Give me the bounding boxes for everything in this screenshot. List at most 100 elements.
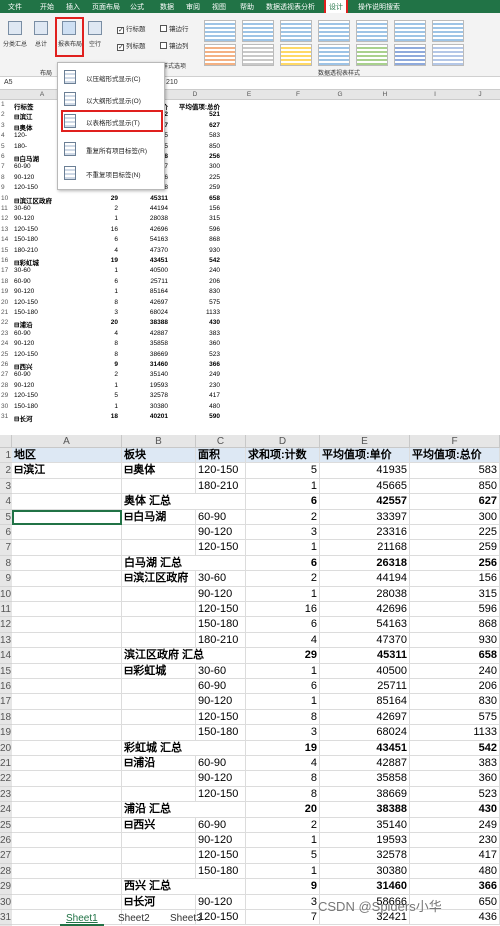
pivot-cell[interactable]: 90-120 — [196, 525, 246, 541]
subtotal-cell[interactable]: 20 — [246, 802, 320, 818]
pivot-cell[interactable]: ⊟西兴 — [122, 817, 196, 833]
pivot-style-swatch[interactable] — [204, 44, 236, 66]
pivot-cell[interactable]: 150-180 — [196, 863, 246, 880]
subtotal-cell[interactable]: 西兴 汇总 — [122, 879, 246, 895]
blank-rows-button[interactable]: 空行 — [84, 39, 106, 48]
pivot-header-cell[interactable]: 求和项:计数 — [246, 448, 320, 464]
row-number[interactable]: 16 — [0, 679, 12, 695]
top-grid-row-number[interactable]: 25 — [1, 351, 13, 358]
top-grid-cell[interactable]: 315 — [168, 215, 220, 222]
pivot-cell[interactable]: 3 — [246, 725, 320, 741]
top-grid-cell[interactable]: 42887 — [118, 330, 168, 337]
name-box[interactable]: A5 — [4, 79, 13, 86]
pivot-cell[interactable] — [122, 725, 196, 741]
pivot-cell[interactable]: 1 — [246, 478, 320, 495]
row-number[interactable]: 24 — [0, 802, 12, 818]
row-number[interactable]: 9 — [0, 571, 12, 587]
sheet-tab-sheet1[interactable]: Sheet1 — [60, 912, 104, 926]
select-all-corner[interactable] — [0, 435, 12, 448]
ribbon-tab[interactable]: 设计 — [324, 0, 348, 15]
top-grid-row-number[interactable]: 11 — [1, 205, 13, 212]
top-grid-cell[interactable]: 150-180 — [14, 403, 70, 410]
top-grid-row-number[interactable]: 19 — [1, 288, 13, 295]
top-grid-cell[interactable]: 42696 — [118, 226, 168, 233]
pivot-cell[interactable]: 230 — [410, 833, 500, 849]
top-grid-cell[interactable]: 38669 — [118, 351, 168, 358]
top-grid-cell[interactable]: 68024 — [118, 309, 168, 316]
row-number[interactable]: 7 — [0, 540, 12, 556]
pivot-cell[interactable]: ⊟奥体 — [122, 463, 196, 479]
pivot-cell[interactable]: 4 — [246, 756, 320, 772]
row-number[interactable]: 3 — [0, 478, 12, 495]
pivot-cell[interactable] — [122, 771, 196, 787]
pivot-cell[interactable]: 42696 — [320, 602, 410, 618]
ribbon-tab[interactable]: 操作说明搜索 — [358, 2, 400, 12]
pivot-cell[interactable]: ⊟彩虹城 — [122, 663, 196, 679]
top-grid-cell[interactable]: 1 — [70, 403, 118, 410]
top-grid-cell[interactable]: 480 — [168, 403, 220, 410]
pivot-cell[interactable]: 19593 — [320, 833, 410, 849]
pivot-cell[interactable]: 90-120 — [196, 894, 246, 910]
row-number[interactable]: 1 — [0, 448, 12, 464]
pivot-cell[interactable]: 259 — [410, 540, 500, 556]
pivot-cell[interactable]: ⊟滨江区政府 — [122, 571, 196, 587]
top-grid-cell[interactable]: 4 — [70, 247, 118, 254]
pivot-cell[interactable]: 90-120 — [196, 586, 246, 602]
pivot-cell[interactable] — [12, 833, 122, 849]
pivot-cell[interactable]: 3 — [246, 894, 320, 910]
pivot-cell[interactable] — [122, 863, 196, 880]
pivot-cell[interactable]: 41935 — [320, 463, 410, 479]
pivot-cell[interactable]: 930 — [410, 632, 500, 649]
subtotal-cell[interactable]: 彩虹城 汇总 — [122, 740, 246, 756]
pivot-cell[interactable]: 60-90 — [196, 817, 246, 833]
pivot-cell[interactable] — [12, 894, 122, 910]
top-grid-cell[interactable]: 120-150 — [14, 226, 70, 233]
column-header[interactable]: E — [320, 435, 410, 448]
pivot-cell[interactable]: 5 — [246, 463, 320, 479]
top-grid-row-number[interactable]: 26 — [1, 361, 13, 368]
top-grid-row-number[interactable]: 10 — [1, 195, 13, 202]
top-grid-cell[interactable]: 8 — [70, 299, 118, 306]
pivot-cell[interactable]: 6 — [246, 617, 320, 633]
column-header[interactable]: B — [122, 435, 196, 448]
ribbon-tab[interactable]: 帮助 — [240, 2, 254, 12]
pivot-cell[interactable] — [12, 756, 122, 772]
top-grid-cell[interactable]: 4 — [70, 330, 118, 337]
top-grid-cell[interactable]: 256 — [168, 153, 220, 160]
pivot-cell[interactable]: 850 — [410, 478, 500, 495]
top-grid-cell[interactable]: 90-120 — [14, 288, 70, 295]
pivot-cell[interactable]: 575 — [410, 709, 500, 726]
top-grid-cell[interactable]: 249 — [168, 371, 220, 378]
selected-cell[interactable] — [12, 509, 122, 525]
top-grid-cell[interactable]: 259 — [168, 184, 220, 191]
pivot-cell[interactable]: 206 — [410, 679, 500, 695]
pivot-cell[interactable]: 1133 — [410, 725, 500, 741]
subtotal-cell[interactable]: 430 — [410, 802, 500, 818]
pivot-cell[interactable]: 8 — [246, 786, 320, 803]
top-grid-cell[interactable]: 60-90 — [14, 330, 70, 337]
pivot-cell[interactable]: 44194 — [320, 571, 410, 587]
pivot-header-cell[interactable]: 平均值项:单价 — [320, 448, 410, 464]
top-grid-row-number[interactable]: 17 — [1, 267, 13, 274]
pivot-cell[interactable]: 583 — [410, 463, 500, 479]
pivot-cell[interactable]: 120-150 — [196, 540, 246, 556]
subtotal-cell[interactable]: 366 — [410, 879, 500, 895]
top-grid-cell[interactable]: 9 — [70, 361, 118, 368]
ribbon-tab[interactable]: 视图 — [212, 2, 226, 12]
row-number[interactable]: 12 — [0, 617, 12, 633]
top-grid-row-number[interactable]: 23 — [1, 330, 13, 337]
pivot-cell[interactable]: 3 — [246, 525, 320, 541]
pivot-cell[interactable]: 23316 — [320, 525, 410, 541]
top-grid-cell[interactable]: ⊟彩虹城 — [14, 257, 70, 267]
top-grid-col-header[interactable]: E — [222, 91, 276, 98]
subtotal-cell[interactable]: 6 — [246, 555, 320, 572]
column-header[interactable]: C — [196, 435, 246, 448]
pivot-cell[interactable]: 54163 — [320, 617, 410, 633]
pivot-style-swatch[interactable] — [242, 44, 274, 66]
pivot-style-swatch[interactable] — [356, 20, 388, 42]
top-grid-cell[interactable]: 32578 — [118, 392, 168, 399]
top-grid-col-header[interactable]: I — [410, 91, 460, 98]
pivot-cell[interactable] — [12, 478, 122, 495]
pivot-cell[interactable]: 35858 — [320, 771, 410, 787]
top-grid-cell[interactable]: 28038 — [118, 215, 168, 222]
